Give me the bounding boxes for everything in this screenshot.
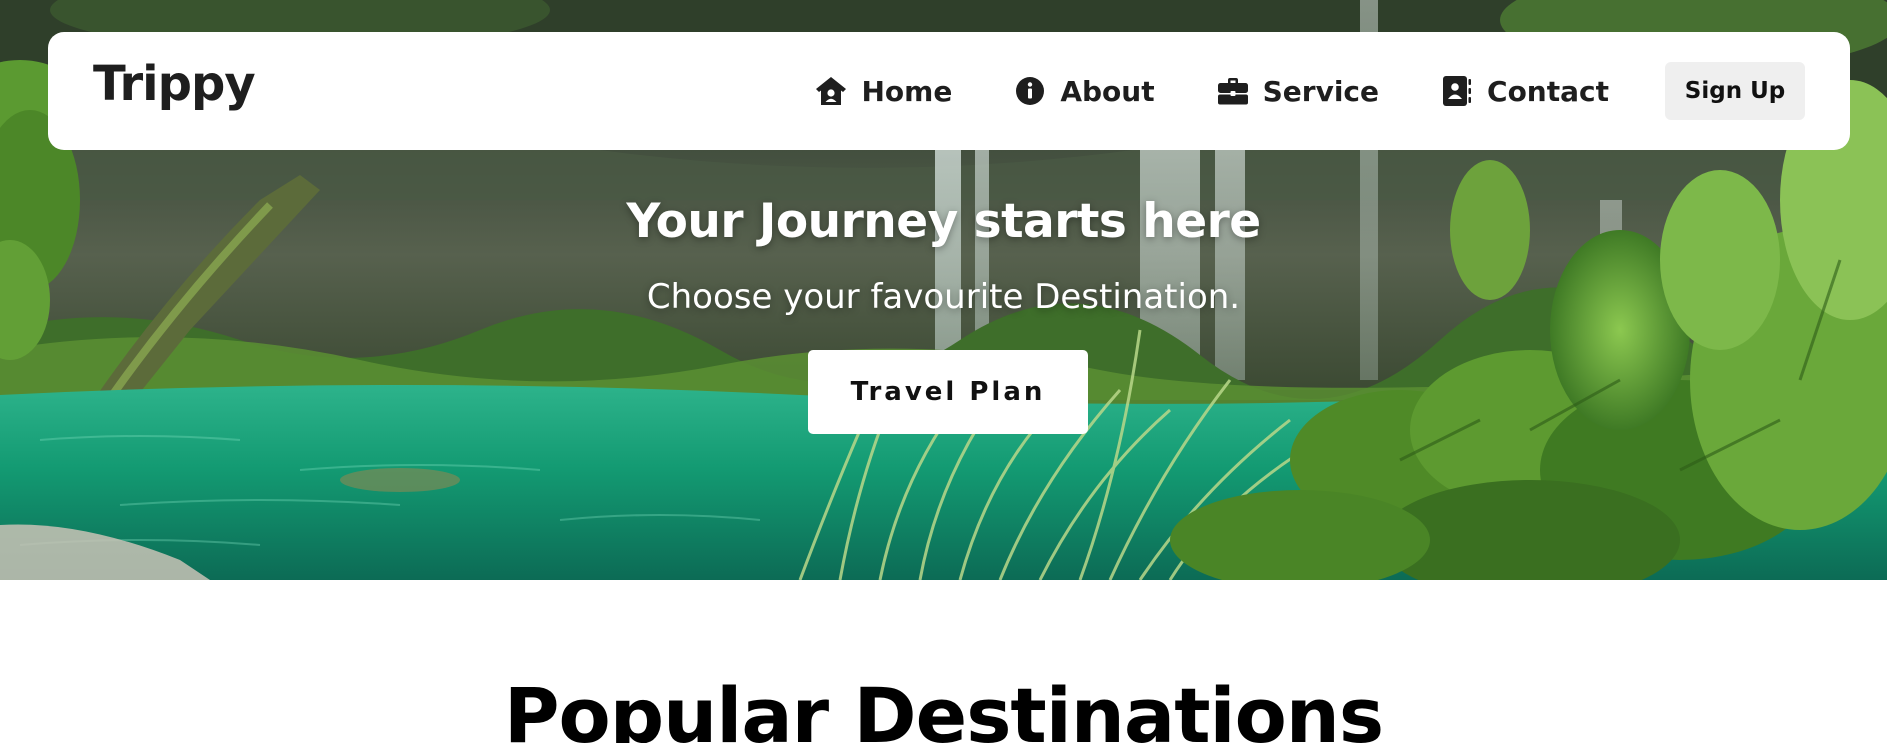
info-icon bbox=[1014, 75, 1046, 107]
sign-up-button[interactable]: Sign Up bbox=[1665, 62, 1805, 120]
section-title-popular-destinations: Popular Destinations bbox=[503, 671, 1384, 743]
nav-link-label: About bbox=[1060, 74, 1155, 108]
home-icon bbox=[815, 75, 847, 107]
brand-logo[interactable]: Trippy bbox=[93, 60, 256, 108]
page: Trippy Home About Service Contact Sign U… bbox=[0, 0, 1887, 743]
hero-title: Your Journey starts here bbox=[626, 194, 1261, 249]
nav-link-service[interactable]: Service bbox=[1217, 75, 1379, 108]
nav-link-about[interactable]: About bbox=[1014, 74, 1155, 108]
nav-link-label: Service bbox=[1262, 74, 1380, 108]
nav-link-home[interactable]: Home bbox=[815, 75, 952, 108]
nav-link-label: Home bbox=[861, 74, 953, 108]
travel-plan-button[interactable]: Travel Plan bbox=[808, 350, 1088, 434]
nav-links: Home About Service Contact Sign Up bbox=[815, 32, 1805, 150]
hero-subtitle: Choose your favourite Destination. bbox=[646, 277, 1241, 317]
contact-book-icon bbox=[1441, 75, 1473, 107]
nav-link-contact[interactable]: Contact bbox=[1441, 75, 1609, 108]
navbar: Trippy Home About Service Contact Sign U… bbox=[48, 32, 1850, 150]
briefcase-icon bbox=[1217, 75, 1249, 107]
nav-link-label: Contact bbox=[1487, 74, 1609, 108]
